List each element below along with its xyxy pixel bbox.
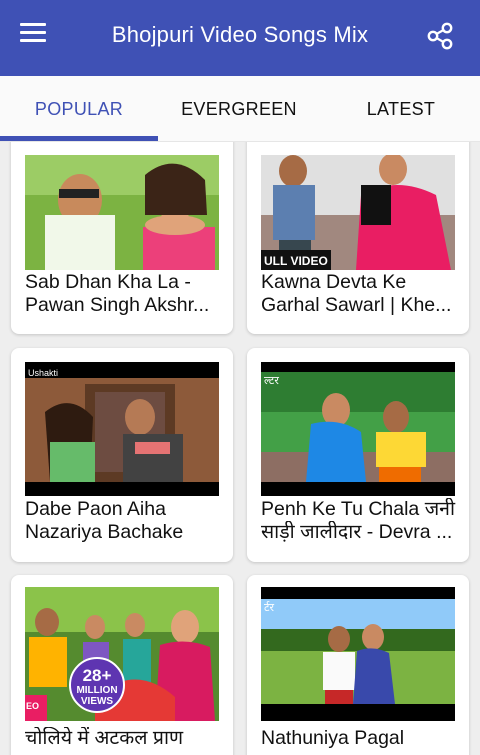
tab-bar: POPULAR EVERGREEN LATEST bbox=[0, 76, 480, 142]
video-title: Nathuniya Pagal bbox=[261, 727, 405, 749]
video-title: Kawna Devta Ke Garhal Sawarl | Khe... bbox=[261, 271, 452, 316]
active-tab-indicator bbox=[0, 136, 158, 141]
thumb-overlay-text: Ushakti bbox=[28, 368, 58, 378]
svg-text:MILLION: MILLION bbox=[76, 685, 117, 696]
video-thumbnail bbox=[25, 155, 219, 270]
svg-text:28+: 28+ bbox=[83, 666, 112, 685]
thumb-overlay-text: ULL VIDEO bbox=[264, 254, 328, 268]
tab-evergreen[interactable]: EVERGREEN bbox=[160, 76, 318, 142]
video-title: Sab Dhan Kha La - Pawan Singh Akshr... bbox=[25, 271, 210, 316]
video-thumbnail: Ushakti bbox=[25, 362, 219, 496]
video-thumbnail: र्टर bbox=[261, 587, 455, 721]
video-card[interactable]: 28+ MILLION VIEWS EO चोलिये में अटकल प्र… bbox=[11, 575, 233, 755]
tab-latest[interactable]: LATEST bbox=[322, 76, 480, 142]
svg-text:EO: EO bbox=[26, 701, 39, 711]
video-thumbnail: ULL VIDEO bbox=[261, 155, 455, 270]
thumb-overlay-text: ल्टर bbox=[264, 374, 279, 387]
video-card[interactable]: ल्टर Penh Ke Tu Chala जनी साड़ी जालीदार … bbox=[247, 348, 469, 562]
video-card[interactable]: र्टर Nathuniya Pagal bbox=[247, 575, 469, 755]
thumb-overlay-text: र्टर bbox=[264, 601, 275, 614]
video-title: Dabe Paon Aiha Nazariya Bachake bbox=[25, 498, 184, 543]
video-thumbnail: ल्टर bbox=[261, 362, 455, 496]
tab-popular[interactable]: POPULAR bbox=[0, 76, 158, 142]
video-thumbnail: 28+ MILLION VIEWS EO bbox=[25, 587, 219, 721]
video-title: चोलिये में अटकल प्राण bbox=[25, 727, 184, 749]
share-icon[interactable] bbox=[424, 20, 456, 52]
video-card[interactable]: ULL VIDEO Kawna Devta Ke Garhal Sawarl |… bbox=[247, 142, 469, 334]
video-title: Penh Ke Tu Chala जनी साड़ी जालीदार - Dev… bbox=[261, 498, 456, 543]
video-card[interactable]: Ushakti Dabe Paon Aiha Nazariya Bachake bbox=[11, 348, 233, 562]
video-grid[interactable]: Sab Dhan Kha La - Pawan Singh Akshr... U… bbox=[0, 142, 480, 755]
app-bar: Bhojpuri Video Songs Mix bbox=[0, 0, 480, 76]
video-card[interactable]: Sab Dhan Kha La - Pawan Singh Akshr... bbox=[11, 142, 233, 334]
svg-text:VIEWS: VIEWS bbox=[81, 696, 114, 707]
app-title: Bhojpuri Video Songs Mix bbox=[111, 22, 369, 47]
